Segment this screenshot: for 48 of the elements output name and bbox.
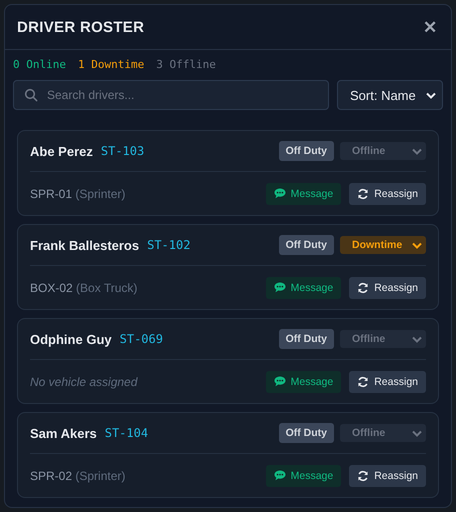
- duty-badge: Off Duty: [278, 141, 334, 161]
- vehicle-label: BOX-02 (Box Truck): [30, 280, 138, 294]
- vehicle-label: SPR-01 (Sprinter): [30, 186, 126, 200]
- driver-name: Frank Ballesteros: [30, 238, 140, 252]
- message-button[interactable]: Message: [266, 182, 342, 204]
- status-count: 3 Offline: [156, 58, 216, 71]
- driver-name: Abe Perez: [30, 144, 93, 158]
- status-dropdown[interactable]: Downtime: [340, 236, 426, 254]
- status-dropdown[interactable]: Offline: [340, 142, 426, 160]
- refresh-icon: [357, 470, 370, 482]
- reassign-button[interactable]: Reassign: [349, 276, 426, 298]
- search-field[interactable]: Search drivers...: [13, 80, 329, 110]
- driver-id: ST-069: [120, 332, 163, 346]
- status-dropdown[interactable]: Offline: [340, 424, 426, 442]
- close-button[interactable]: ✕: [419, 16, 441, 38]
- driver-id: ST-104: [104, 426, 148, 440]
- no-vehicle-note: No vehicle assigned: [30, 374, 138, 388]
- reassign-button[interactable]: Reassign: [349, 182, 426, 204]
- refresh-icon: [357, 282, 370, 294]
- chevron-down-icon: [412, 242, 422, 248]
- driver-name: Odphine Guy: [30, 332, 112, 346]
- refresh-icon: [357, 188, 370, 200]
- chat-bubble-icon: [274, 376, 286, 387]
- refresh-icon: [357, 376, 370, 388]
- reassign-button[interactable]: Reassign: [349, 464, 426, 486]
- chevron-down-icon: [412, 430, 422, 436]
- panel-title: DRIVER ROSTER: [17, 18, 144, 36]
- duty-badge: Off Duty: [278, 329, 334, 349]
- status-count: 1 Downtime: [78, 58, 144, 71]
- reassign-button[interactable]: Reassign: [349, 370, 426, 392]
- chat-bubble-icon: [274, 188, 286, 199]
- chat-bubble-icon: [274, 282, 286, 293]
- message-button[interactable]: Message: [266, 370, 342, 392]
- duty-badge: Off Duty: [278, 423, 334, 443]
- chat-bubble-icon: [274, 470, 286, 481]
- status-dropdown[interactable]: Offline: [340, 330, 426, 348]
- chevron-down-icon: [412, 148, 422, 154]
- driver-name: Sam Akers: [30, 426, 97, 440]
- vehicle-label: SPR-02 (Sprinter): [30, 468, 126, 482]
- chevron-down-icon: [412, 336, 422, 342]
- message-button[interactable]: Message: [266, 464, 342, 486]
- duty-badge: Off Duty: [278, 235, 334, 255]
- sort-dropdown[interactable]: Sort: Name: [337, 80, 443, 110]
- driver-id: ST-103: [100, 144, 144, 158]
- chevron-down-icon: [426, 92, 436, 98]
- message-button[interactable]: Message: [266, 276, 342, 298]
- status-count: 0 Online: [13, 58, 66, 71]
- driver-id: ST-102: [147, 238, 190, 252]
